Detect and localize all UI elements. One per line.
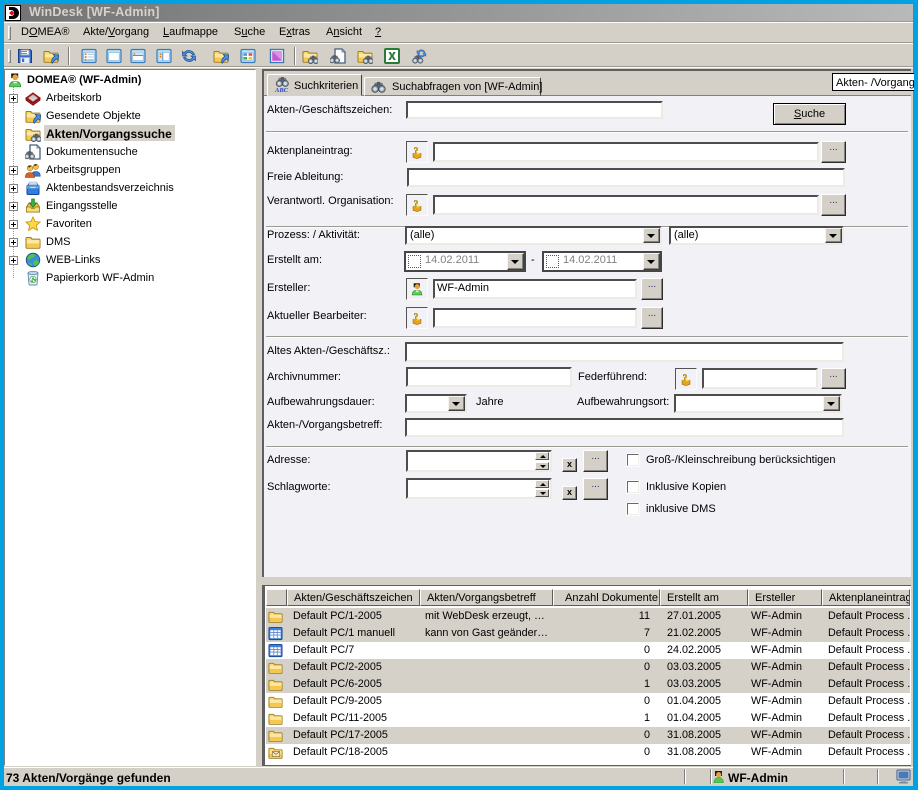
- svg-text:ABC: ABC: [274, 87, 289, 93]
